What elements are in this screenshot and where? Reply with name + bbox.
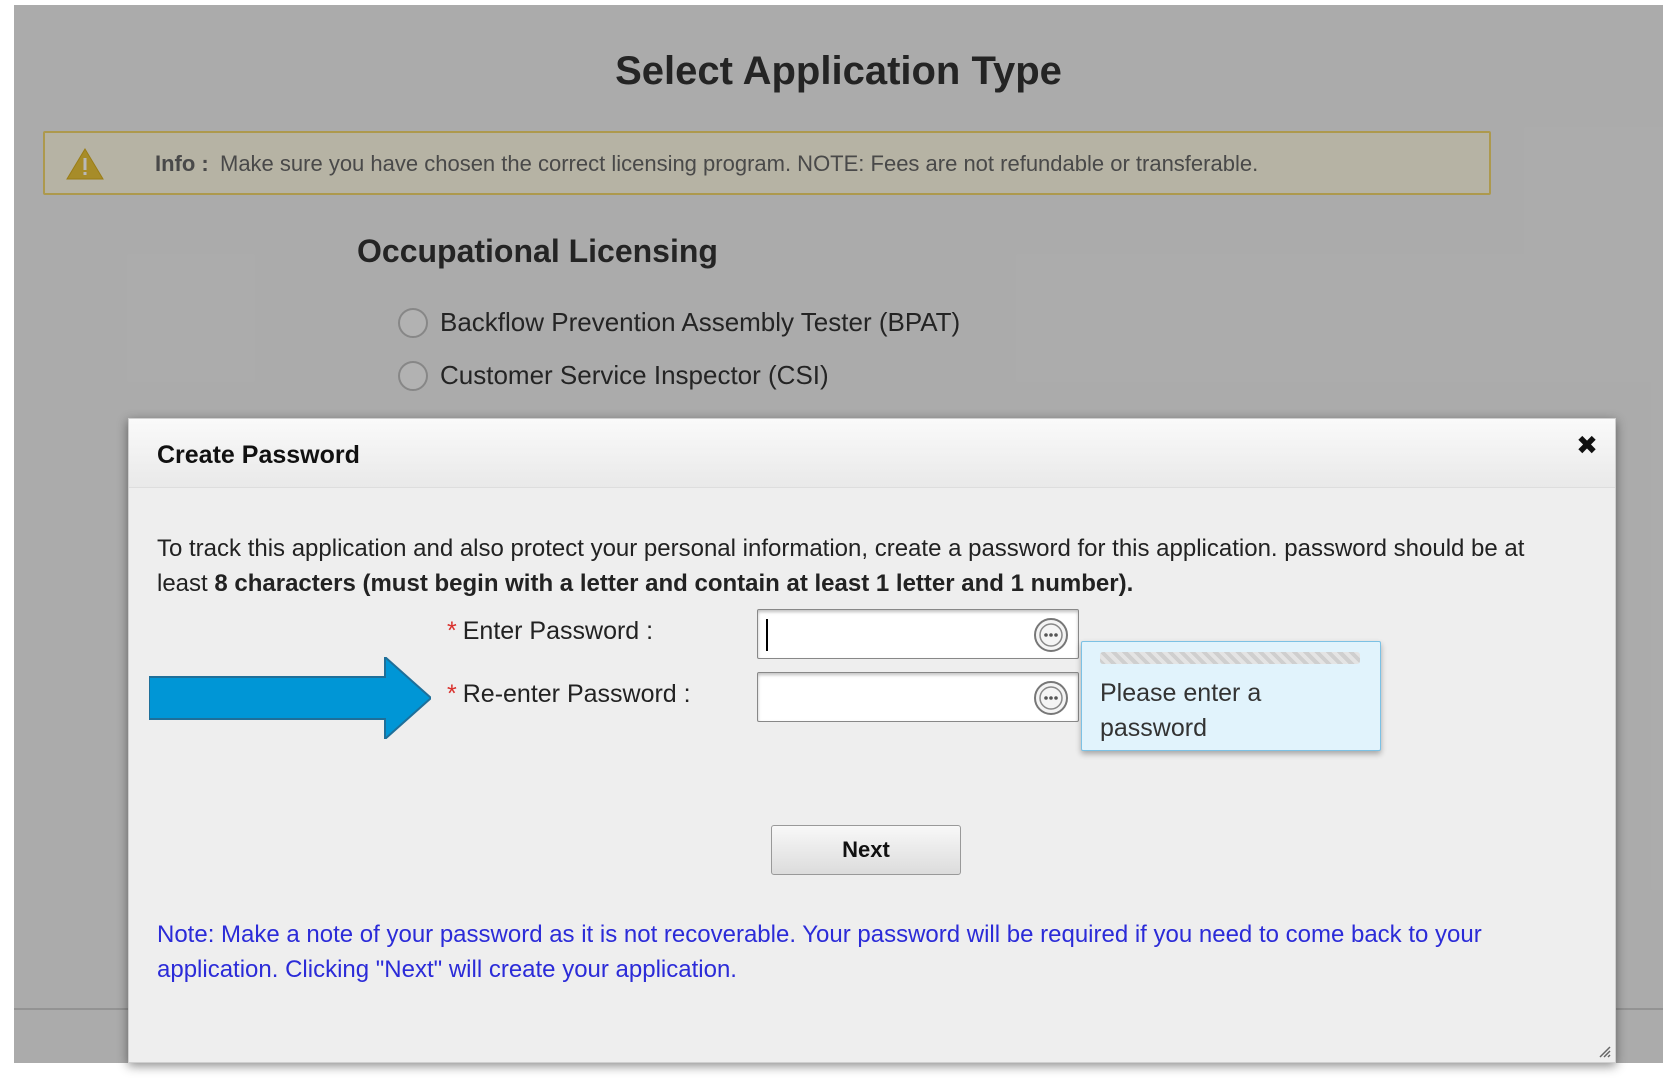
reenter-password-label: * Re-enter Password : bbox=[447, 680, 691, 709]
password-note: Note: Make a note of your password as it… bbox=[157, 921, 1482, 983]
tooltip-text: Please enter a password bbox=[1100, 679, 1262, 742]
create-password-dialog: Create Password ✖ To track this applicat… bbox=[128, 418, 1616, 1063]
dialog-header[interactable]: Create Password ✖ bbox=[129, 419, 1615, 488]
password-strength-bar bbox=[1100, 652, 1360, 664]
enter-password-label-text: Enter Password : bbox=[462, 617, 654, 645]
arrow-right-icon bbox=[149, 657, 431, 739]
resize-grip-icon[interactable] bbox=[1597, 1044, 1611, 1058]
reenter-password-field[interactable] bbox=[757, 672, 1079, 722]
dialog-title: Create Password bbox=[157, 441, 360, 469]
required-marker: * bbox=[447, 680, 457, 708]
password-strength-tooltip: Please enter a password bbox=[1081, 641, 1381, 751]
close-icon[interactable]: ✖ bbox=[1573, 431, 1601, 459]
page-bottom-edge bbox=[14, 1063, 1663, 1085]
required-marker: * bbox=[447, 617, 457, 645]
password-reveal-icon[interactable] bbox=[1032, 616, 1070, 654]
reenter-password-input[interactable] bbox=[764, 673, 1018, 719]
enter-password-input[interactable] bbox=[764, 610, 1018, 656]
next-button[interactable]: Next bbox=[771, 825, 961, 875]
password-reveal-icon[interactable] bbox=[1032, 679, 1070, 717]
enter-password-label: * Enter Password : bbox=[447, 617, 653, 646]
reenter-password-label-text: Re-enter Password : bbox=[462, 680, 691, 708]
instructions-text: To track this application and also prote… bbox=[157, 531, 1557, 601]
instructions-requirements: 8 characters (must begin with a letter a… bbox=[214, 570, 1134, 597]
text-caret bbox=[766, 619, 768, 651]
enter-password-field[interactable] bbox=[757, 609, 1079, 659]
